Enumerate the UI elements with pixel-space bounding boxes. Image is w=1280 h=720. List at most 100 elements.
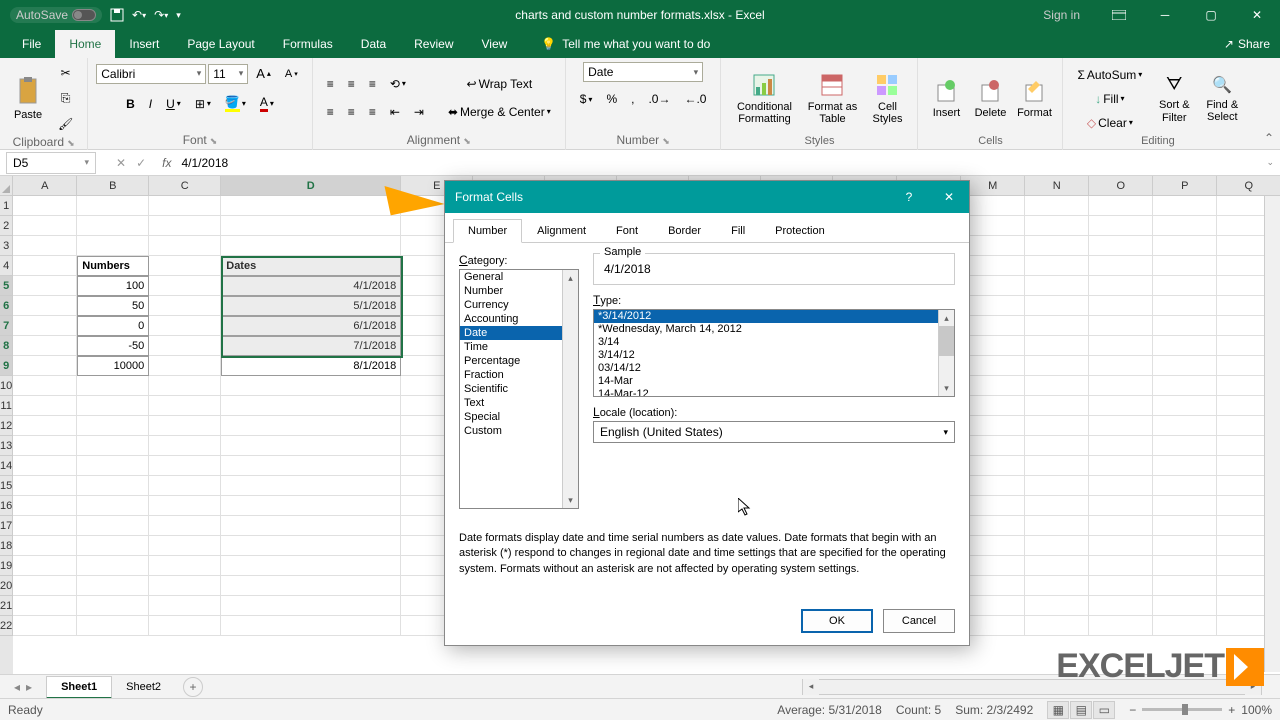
cell[interactable]	[149, 396, 221, 416]
cell[interactable]	[13, 256, 77, 276]
cell[interactable]	[221, 496, 401, 516]
cell[interactable]	[13, 416, 77, 436]
cell[interactable]	[961, 496, 1025, 516]
row-header[interactable]: 16	[0, 496, 13, 516]
cell[interactable]	[149, 576, 221, 596]
cut-icon[interactable]: ✂	[52, 62, 79, 84]
cell[interactable]	[13, 616, 77, 636]
redo-icon[interactable]: ↷▾	[154, 8, 168, 22]
align-right-icon[interactable]: ≡	[363, 101, 382, 123]
fill-color-icon[interactable]: 🪣▾	[219, 91, 252, 116]
row-header[interactable]: 13	[0, 436, 13, 456]
decrease-decimal-icon[interactable]: ←.0	[678, 88, 712, 110]
cell[interactable]	[77, 496, 149, 516]
cell[interactable]	[77, 616, 149, 636]
cell[interactable]	[149, 476, 221, 496]
cell[interactable]	[13, 276, 77, 296]
sheet-tab-1[interactable]: Sheet1	[46, 676, 112, 699]
cell[interactable]	[961, 616, 1025, 636]
dialog-titlebar[interactable]: Format Cells ? ✕	[445, 181, 969, 213]
page-break-view-icon[interactable]: ▭	[1093, 701, 1115, 719]
paste-button[interactable]: Paste	[8, 65, 48, 133]
cell[interactable]	[13, 536, 77, 556]
cell[interactable]	[1153, 336, 1217, 356]
cell[interactable]	[149, 256, 221, 276]
cell[interactable]	[1153, 356, 1217, 376]
cancel-button[interactable]: Cancel	[883, 609, 955, 633]
cell[interactable]	[77, 516, 149, 536]
expand-formula-bar-icon[interactable]: ⌄	[1266, 157, 1274, 168]
cell[interactable]	[149, 276, 221, 296]
cell[interactable]	[77, 236, 149, 256]
cell[interactable]	[961, 236, 1025, 256]
cell[interactable]	[961, 216, 1025, 236]
cell[interactable]	[13, 336, 77, 356]
cell[interactable]	[961, 376, 1025, 396]
cell[interactable]	[221, 436, 401, 456]
cell[interactable]	[1089, 276, 1153, 296]
dialog-tab-border[interactable]: Border	[653, 219, 716, 243]
number-format-combo[interactable]: Date▾	[583, 62, 703, 82]
row-header[interactable]: 9	[0, 356, 13, 376]
increase-decimal-icon[interactable]: .0→	[642, 88, 676, 110]
cell[interactable]	[77, 196, 149, 216]
cell[interactable]	[1025, 396, 1089, 416]
comma-format-icon[interactable]: ,	[625, 88, 640, 110]
dialog-tab-number[interactable]: Number	[453, 219, 522, 243]
zoom-out-icon[interactable]: −	[1129, 703, 1136, 717]
row-header[interactable]: 20	[0, 576, 13, 596]
cell[interactable]	[149, 236, 221, 256]
zoom-slider[interactable]	[1142, 708, 1222, 711]
column-header[interactable]: P	[1153, 176, 1217, 196]
sort-filter-button[interactable]: ᗊSort & Filter	[1152, 65, 1196, 133]
cell[interactable]	[13, 316, 77, 336]
cell[interactable]	[221, 556, 401, 576]
locale-combo[interactable]: English (United States) ▾	[593, 421, 955, 443]
cell[interactable]	[1153, 216, 1217, 236]
cell[interactable]	[1153, 196, 1217, 216]
cell[interactable]	[77, 556, 149, 576]
cell[interactable]	[13, 296, 77, 316]
category-item[interactable]: Percentage	[460, 354, 578, 368]
border-icon[interactable]: ⊞▾	[189, 93, 217, 115]
dialog-tab-alignment[interactable]: Alignment	[522, 219, 601, 243]
category-item[interactable]: Special	[460, 410, 578, 424]
cell[interactable]	[149, 336, 221, 356]
row-header[interactable]: 15	[0, 476, 13, 496]
cell[interactable]	[1025, 256, 1089, 276]
cell[interactable]	[77, 536, 149, 556]
row-header[interactable]: 2	[0, 216, 13, 236]
cell[interactable]	[961, 196, 1025, 216]
ok-button[interactable]: OK	[801, 609, 873, 633]
type-item[interactable]: 14-Mar	[594, 375, 954, 388]
dialog-close-icon[interactable]: ✕	[929, 181, 969, 213]
align-left-icon[interactable]: ≡	[321, 101, 340, 123]
qat-customize-icon[interactable]: ▾	[176, 10, 181, 21]
cell[interactable]	[961, 596, 1025, 616]
cell[interactable]	[77, 476, 149, 496]
ribbon-display-icon[interactable]	[1096, 0, 1142, 30]
cell[interactable]	[1025, 536, 1089, 556]
cell[interactable]	[149, 376, 221, 396]
menu-file[interactable]: File	[8, 30, 55, 58]
cell[interactable]: 0	[77, 316, 149, 336]
font-name-combo[interactable]: Calibri▾	[96, 64, 206, 84]
row-header[interactable]: 17	[0, 516, 13, 536]
cell[interactable]	[1089, 616, 1153, 636]
type-list[interactable]: *3/14/2012*Wednesday, March 14, 20123/14…	[593, 309, 955, 397]
cell[interactable]	[77, 456, 149, 476]
cell[interactable]	[221, 416, 401, 436]
cell[interactable]	[1153, 476, 1217, 496]
column-header[interactable]: B	[77, 176, 149, 196]
cell[interactable]	[149, 456, 221, 476]
type-item[interactable]: 14-Mar-12	[594, 388, 954, 397]
cell[interactable]	[1089, 576, 1153, 596]
column-header[interactable]: N	[1025, 176, 1089, 196]
scroll-up-icon[interactable]: ▴	[563, 270, 578, 286]
cell[interactable]	[149, 216, 221, 236]
zoom-level[interactable]: 100%	[1241, 703, 1272, 717]
menu-home[interactable]: Home	[55, 30, 115, 58]
cell[interactable]	[961, 556, 1025, 576]
merge-center-button[interactable]: ⬌ Merge & Center ▾	[442, 101, 557, 123]
cell[interactable]	[1089, 236, 1153, 256]
